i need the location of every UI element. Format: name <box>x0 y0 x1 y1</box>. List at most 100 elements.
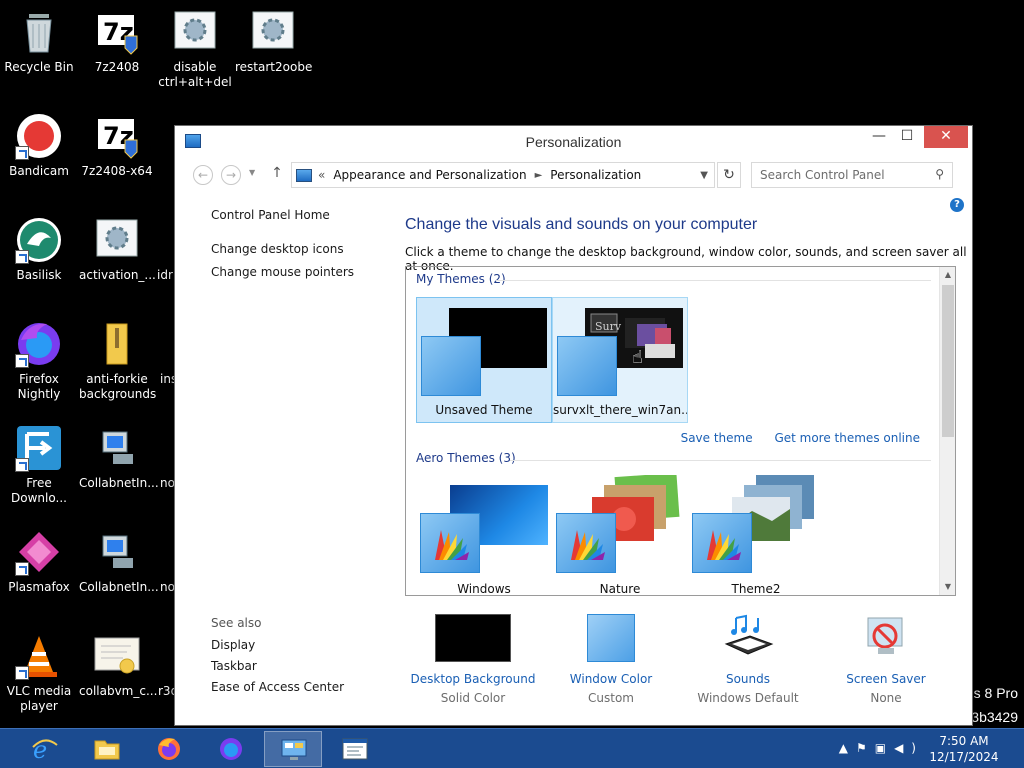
desktop-icon-7z2408-x64[interactable]: 7z 7z2408-x64 <box>79 112 155 179</box>
help-icon[interactable]: ? <box>950 198 964 212</box>
screen-saver-icon <box>848 614 924 662</box>
desktop-background-icon <box>435 614 511 662</box>
desktop-icon-recycle-bin[interactable]: Recycle Bin <box>1 8 77 75</box>
back-button[interactable]: ← <box>193 165 213 185</box>
display-link[interactable]: Display <box>211 638 344 652</box>
breadcrumb-separator: ► <box>534 169 543 181</box>
theme-actions: Save theme Get more themes online <box>663 431 920 445</box>
chevron-down-icon[interactable]: ▼ <box>700 170 708 181</box>
taskbar-internet-explorer[interactable]: e <box>16 731 74 767</box>
windows-watermark-line2: 3b3429 <box>971 709 1018 725</box>
svg-text:Surv: Surv <box>595 320 622 333</box>
ease-of-access-link[interactable]: Ease of Access Center <box>211 680 344 694</box>
recent-pages-chevron-icon[interactable]: ▼ <box>249 168 255 177</box>
search-input[interactable]: Search Control Panel ⚲ <box>751 162 953 188</box>
breadcrumb-overflow[interactable]: « <box>318 168 325 182</box>
system-tray: ▲⚑▣◀) 7:50 AM 12/17/2024 <box>784 729 1024 768</box>
personalization-window: Personalization — ☐ ✕ ← → ▼ ↑ « Appearan… <box>174 125 973 726</box>
desktop-icon-plasmafox[interactable]: Plasmafox <box>1 528 77 595</box>
window-title: Personalization <box>525 134 622 150</box>
desktop-icon-label: CollabnetIn... <box>79 580 159 594</box>
up-button[interactable]: ↑ <box>269 165 285 185</box>
folder-icon <box>94 740 120 760</box>
desktop-icon-restart2oobe[interactable]: restart2oobe <box>235 8 312 75</box>
sounds-item[interactable]: Sounds Windows Default <box>681 614 815 705</box>
desktop-icon-disable-cad[interactable]: disable ctrl+alt+del <box>157 8 233 90</box>
screen-saver-value: None <box>870 691 902 705</box>
desktop-icon-bandicam[interactable]: Bandicam <box>1 112 77 179</box>
get-more-themes-link[interactable]: Get more themes online <box>774 431 920 445</box>
theme-name: Unsaved Theme <box>435 403 533 417</box>
aero-themes-header[interactable]: Aero Themes (3) <box>416 451 516 465</box>
desktop-background-link[interactable]: Desktop Background <box>406 672 540 686</box>
theme-unsaved[interactable]: Unsaved Theme <box>416 297 552 423</box>
theme-survxlt[interactable]: Surv survxlt_there_win7an... <box>552 297 688 423</box>
taskbar-file-explorer[interactable] <box>78 731 136 767</box>
change-desktop-icons-link[interactable]: Change desktop icons <box>211 242 354 256</box>
scroll-up-arrow-icon[interactable]: ▲ <box>940 267 955 283</box>
desktop-icon-free-download[interactable]: Free Downlo... <box>1 424 77 506</box>
installer-icon <box>93 424 141 472</box>
firefox-nightly-icon <box>15 320 63 368</box>
desktop-icon-collabnet-2[interactable]: CollabnetIn... <box>79 528 159 595</box>
desktop-icon-7z2408[interactable]: 7z 7z2408 <box>79 8 155 75</box>
network-icon[interactable]: ▣ <box>875 741 894 755</box>
maximize-button[interactable]: ☐ <box>892 126 922 148</box>
save-theme-link[interactable]: Save theme <box>681 431 753 445</box>
desktop-icon-collabnet-1[interactable]: CollabnetIn... <box>79 424 159 491</box>
color-fan-icon <box>707 530 741 560</box>
recycle-bin-icon <box>15 8 63 56</box>
scroll-thumb[interactable] <box>942 285 954 437</box>
forward-button[interactable]: → <box>221 165 241 185</box>
sounds-value: Windows Default <box>697 691 799 705</box>
volume-icon[interactable]: ◀) <box>894 741 924 755</box>
desktop-icon-basilisk[interactable]: Basilisk <box>1 216 77 283</box>
desktop-icon-vlc[interactable]: VLC media player <box>1 632 77 714</box>
taskbar-document[interactable] <box>326 731 384 767</box>
breadcrumb-item-personalization[interactable]: Personalization <box>550 168 641 182</box>
screen-saver-link[interactable]: Screen Saver <box>819 672 953 686</box>
clock-date: 12/17/2024 <box>929 750 999 764</box>
scroll-down-arrow-icon[interactable]: ▼ <box>940 579 955 595</box>
theme-theme2[interactable]: Theme2 <box>688 475 824 595</box>
change-mouse-pointers-link[interactable]: Change mouse pointers <box>211 265 354 279</box>
themes-list: My Themes (2) Unsaved Theme Surv survxlt… <box>405 266 956 596</box>
theme-nature[interactable]: Nature <box>552 472 688 595</box>
refresh-button[interactable]: ↻ <box>717 162 741 188</box>
clock-time: 7:50 AM <box>939 734 989 748</box>
screen-saver-item[interactable]: Screen Saver None <box>819 614 953 705</box>
show-hidden-icons-chevron-icon[interactable]: ▲ <box>839 741 856 755</box>
breadcrumb[interactable]: « Appearance and Personalization ► Perso… <box>291 162 715 188</box>
minimize-button[interactable]: — <box>864 126 894 148</box>
window-color-link[interactable]: Window Color <box>544 672 678 686</box>
close-button[interactable]: ✕ <box>924 126 968 148</box>
shortcut-arrow-icon <box>15 354 29 368</box>
plasmafox-icon <box>15 528 63 576</box>
see-also-links: Display Taskbar Ease of Access Center <box>211 638 344 701</box>
firefox-nightly-icon <box>220 738 242 760</box>
desktop-icon-firefox-nightly[interactable]: Firefox Nightly <box>1 320 77 402</box>
window-color-item[interactable]: Window Color Custom <box>544 614 678 705</box>
control-panel-home-link[interactable]: Control Panel Home <box>211 208 354 222</box>
title-bar[interactable]: Personalization — ☐ ✕ <box>175 126 972 158</box>
desktop-icon-label: Recycle Bin <box>4 60 74 74</box>
shortcut-arrow-icon <box>15 250 29 264</box>
taskbar-control-panel[interactable] <box>264 731 322 767</box>
desktop-icon-activation[interactable]: activation_... <box>79 216 156 283</box>
taskbar-link[interactable]: Taskbar <box>211 659 344 673</box>
action-center-flag-icon[interactable]: ⚑ <box>856 741 875 755</box>
left-navigation: Control Panel Home Change desktop icons … <box>211 208 354 288</box>
desktop-icon-label: disable ctrl+alt+del <box>158 60 232 89</box>
theme-windows[interactable]: Windows <box>416 475 552 595</box>
desktop-icon-label: 7z2408 <box>94 60 140 74</box>
sounds-link[interactable]: Sounds <box>681 672 815 686</box>
desktop-background-item[interactable]: Desktop Background Solid Color <box>406 614 540 705</box>
taskbar-firefox-nightly[interactable] <box>202 731 260 767</box>
taskbar-firefox[interactable] <box>140 731 198 767</box>
my-themes-header[interactable]: My Themes (2) <box>416 272 506 286</box>
desktop-icon-collabvm[interactable]: collabvm_c... <box>79 632 157 699</box>
desktop-icon-anti-forkie[interactable]: anti-forkie backgrounds <box>79 320 156 402</box>
clock[interactable]: 7:50 AM 12/17/2024 <box>924 733 1004 765</box>
breadcrumb-item-appearance[interactable]: Appearance and Personalization <box>333 168 526 182</box>
themes-scrollbar[interactable]: ▲ ▼ <box>939 267 955 595</box>
